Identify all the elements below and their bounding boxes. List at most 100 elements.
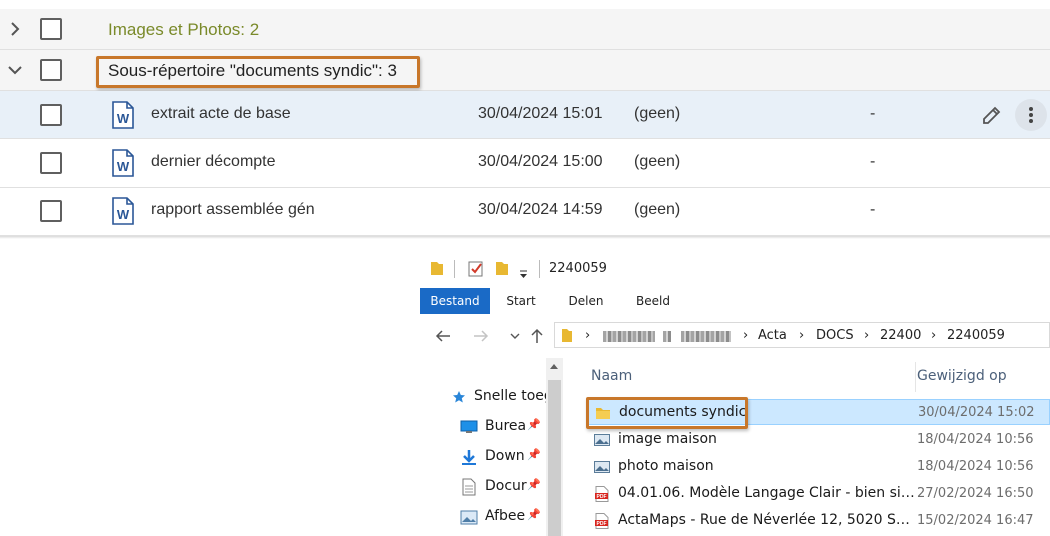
- svg-text:W: W: [117, 159, 130, 174]
- file-explorer-window: 2240059 Bestand Start Delen Beeld › › Ac…: [420, 252, 1050, 536]
- tab-start[interactable]: Start: [496, 288, 546, 314]
- divider: [539, 260, 540, 278]
- file-owner: (geen): [634, 153, 681, 170]
- nav-label: Burea: [485, 418, 527, 434]
- recent-locations-chevron-icon[interactable]: [506, 327, 524, 345]
- file-date: 30/04/2024 14:59: [478, 201, 603, 218]
- file-date: 30/04/2024 15:01: [478, 105, 603, 122]
- group-label: Images et Photos: 2: [108, 20, 260, 39]
- pin-icon: 📌: [527, 418, 541, 431]
- redacted-text: [603, 331, 655, 342]
- nav-label: Afbee: [485, 508, 526, 524]
- new-folder-icon[interactable]: [495, 260, 509, 280]
- dot: [1029, 119, 1033, 123]
- pin-icon: 📌: [527, 448, 541, 461]
- file-list-pane: Naam Gewijzigd op documents syndic 30/04…: [582, 356, 1050, 536]
- file-name: ActaMaps - Rue de Néverlée 12, 5020 Su..…: [618, 512, 918, 528]
- forward-arrow-icon[interactable]: [472, 327, 490, 345]
- nav-label: Down: [485, 448, 525, 464]
- list-item[interactable]: photo maison 18/04/2024 10:56: [586, 454, 1050, 480]
- list-item[interactable]: PDF ActaMaps - Rue de Néverlée 12, 5020 …: [586, 508, 1050, 534]
- up-arrow-icon[interactable]: [528, 327, 546, 345]
- row-checkbox[interactable]: [40, 104, 62, 126]
- redacted-text: [663, 331, 671, 342]
- row-checkbox[interactable]: [40, 152, 62, 174]
- file-owner: (geen): [634, 201, 681, 218]
- tab-beeld[interactable]: Beeld: [627, 288, 679, 314]
- highlight-box: [586, 397, 748, 429]
- group-row-images[interactable]: Images et Photos: 2: [0, 9, 1050, 50]
- scroll-up-arrow-icon[interactable]: [550, 364, 558, 369]
- breadcrumb-2240059[interactable]: 2240059: [947, 328, 1005, 343]
- column-divider[interactable]: [915, 362, 916, 392]
- customize-dropdown-icon[interactable]: [519, 264, 528, 283]
- list-item[interactable]: image maison 18/04/2024 10:56: [586, 427, 1050, 453]
- word-document-icon: W: [111, 101, 135, 129]
- file-name[interactable]: rapport assemblée gén: [151, 201, 315, 219]
- window-title: 2240059: [549, 261, 607, 276]
- breadcrumb-chevron-icon: ›: [585, 328, 591, 343]
- svg-text:PDF: PDF: [597, 521, 607, 527]
- divider: [0, 236, 1050, 239]
- table-row[interactable]: W dernier décompte 30/04/2024 15:00 (gee…: [0, 140, 1050, 188]
- scrollbar-thumb[interactable]: [548, 380, 561, 536]
- pdf-icon: PDF: [594, 513, 610, 529]
- tab-delen[interactable]: Delen: [560, 288, 612, 314]
- navigation-scrollbar[interactable]: [546, 358, 563, 536]
- file-extra: -: [870, 201, 876, 218]
- desktop-icon: [460, 420, 478, 433]
- group-checkbox[interactable]: [40, 59, 62, 81]
- quick-access-toolbar: 2240059: [420, 252, 1050, 286]
- download-arrow-icon: [462, 450, 476, 465]
- navigation-pane: Snelle toeg Burea 📌 Down 📌 Docur 📌 Afbee…: [420, 356, 562, 536]
- pin-icon: 📌: [527, 508, 541, 521]
- list-item[interactable]: PDF 04.01.06. Modèle Langage Clair - bie…: [586, 481, 1050, 507]
- file-date: 18/04/2024 10:56: [917, 459, 1034, 474]
- column-header-modified[interactable]: Gewijzigd op: [917, 368, 1007, 384]
- file-owner: (geen): [634, 105, 681, 122]
- chevron-right-icon[interactable]: [6, 20, 24, 38]
- more-options-button[interactable]: [1015, 99, 1047, 131]
- document-icon: [462, 478, 476, 496]
- back-arrow-icon[interactable]: [434, 327, 452, 345]
- breadcrumb-chevron-icon: ›: [864, 328, 870, 343]
- breadcrumb-docs[interactable]: DOCS: [816, 328, 854, 343]
- file-name[interactable]: extrait acte de base: [151, 105, 291, 123]
- redacted-text: [681, 331, 731, 342]
- divider: [454, 260, 455, 278]
- group-checkbox[interactable]: [40, 18, 62, 40]
- file-date: 27/02/2024 16:50: [917, 486, 1034, 501]
- tab-bestand[interactable]: Bestand: [420, 288, 490, 314]
- address-bar[interactable]: › › Acta › DOCS › 22400 › 2240059: [554, 322, 1050, 348]
- file-name: 04.01.06. Modèle Langage Clair - bien si…: [618, 485, 918, 501]
- breadcrumb-22400[interactable]: 22400: [880, 328, 921, 343]
- pencil-icon[interactable]: [981, 104, 1003, 126]
- ribbon-tabs: Bestand Start Delen Beeld: [420, 288, 1050, 314]
- file-name[interactable]: dernier décompte: [151, 153, 276, 171]
- svg-text:W: W: [117, 111, 130, 126]
- word-document-icon: W: [111, 149, 135, 177]
- folder-icon: [561, 327, 573, 347]
- folder-icon[interactable]: [430, 260, 444, 280]
- pdf-icon: PDF: [594, 486, 610, 502]
- file-date: 30/04/2024 15:02: [918, 405, 1035, 420]
- breadcrumb-acta[interactable]: Acta: [758, 328, 787, 343]
- column-header-name[interactable]: Naam: [591, 368, 632, 384]
- svg-text:PDF: PDF: [597, 494, 607, 500]
- file-date: 18/04/2024 10:56: [917, 432, 1034, 447]
- breadcrumb-chevron-icon: ›: [743, 328, 749, 343]
- svg-text:W: W: [117, 207, 130, 222]
- properties-icon[interactable]: [468, 260, 484, 281]
- table-row[interactable]: W rapport assemblée gén 30/04/2024 14:59…: [0, 188, 1050, 236]
- breadcrumb-chevron-icon: ›: [931, 328, 937, 343]
- file-date: 30/04/2024 15:00: [478, 153, 603, 170]
- file-extra: -: [870, 153, 876, 170]
- table-row[interactable]: W extrait acte de base 30/04/2024 15:01 …: [0, 91, 1050, 139]
- image-icon: [594, 432, 610, 448]
- chevron-down-icon[interactable]: [6, 61, 24, 79]
- nav-label: Snelle toeg: [474, 388, 553, 404]
- navigation-bar: › › Acta › DOCS › 22400 › 2240059: [420, 320, 1050, 352]
- document-list: Images et Photos: 2 Sous-répertoire "doc…: [0, 0, 1050, 239]
- row-checkbox[interactable]: [40, 200, 62, 222]
- file-name: image maison: [618, 431, 717, 447]
